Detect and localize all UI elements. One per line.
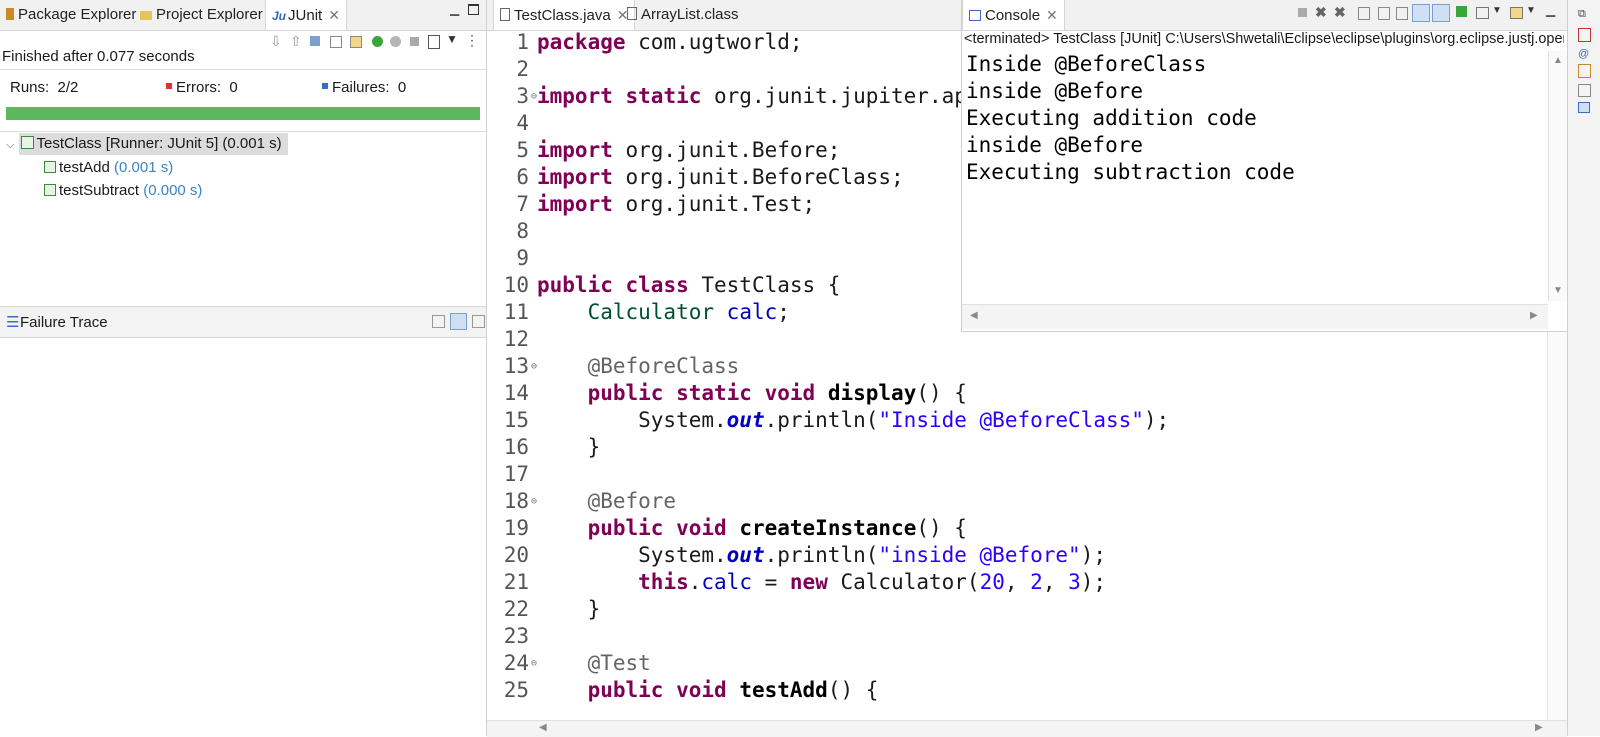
- console-vertical-scrollbar[interactable]: ▲ ▼: [1548, 51, 1567, 301]
- console-minimized-icon[interactable]: [1578, 102, 1590, 113]
- package-explorer-icon: [6, 8, 14, 20]
- scroll-down-icon[interactable]: ▼: [1553, 285, 1563, 296]
- runs-counter: Runs: 2/2: [10, 79, 79, 96]
- tab-testclass-java[interactable]: TestClass.java ✕: [493, 0, 636, 30]
- console-line: Executing subtraction code: [966, 160, 1295, 184]
- java-file-icon: [500, 8, 510, 21]
- run-status-text: Finished after 0.077 seconds: [2, 48, 195, 65]
- failures-counter: Failures: 0: [322, 79, 406, 96]
- scroll-right-icon[interactable]: ▶: [1530, 310, 1538, 321]
- error-icon: [166, 83, 172, 89]
- javadoc-icon[interactable]: @: [1578, 48, 1589, 60]
- pin-console-icon[interactable]: [1456, 6, 1467, 17]
- declaration-icon[interactable]: [1578, 64, 1591, 78]
- dropdown-icon[interactable]: ▼: [1492, 5, 1502, 16]
- junit-icon: Ju: [272, 9, 287, 23]
- display-selected-console-icon[interactable]: [1476, 7, 1489, 19]
- history-icon[interactable]: [428, 35, 440, 49]
- console-output[interactable]: Inside @BeforeClass inside @Before Execu…: [962, 51, 1548, 301]
- editor-horizontal-scrollbar[interactable]: ◀ ▶: [487, 720, 1567, 737]
- close-icon[interactable]: ✕: [328, 7, 340, 23]
- failure-trace-title: Failure Trace: [20, 314, 108, 331]
- chevron-down-icon[interactable]: ⌵: [6, 139, 14, 151]
- scroll-lock-icon[interactable]: [1378, 7, 1390, 20]
- left-tab-bar: Package Explorer Project Explorer Ju JUni…: [0, 0, 486, 31]
- stop-icon[interactable]: [410, 37, 419, 46]
- previous-failure-icon[interactable]: ⇧: [290, 33, 302, 50]
- terminate-icon[interactable]: [1298, 8, 1307, 17]
- tree-item-testadd[interactable]: testAdd (0.001 s): [44, 157, 173, 179]
- filter-stack-icon[interactable]: [450, 313, 467, 330]
- tree-root-row[interactable]: ⌵ TestClass [Runner: JUnit 5] (0.001 s): [6, 133, 288, 155]
- failure-icon: [322, 83, 328, 89]
- errors-counter: Errors: 0: [166, 79, 238, 96]
- folder-icon: [140, 11, 152, 20]
- failure-trace-header: ☰ Failure Trace: [0, 306, 486, 338]
- open-console-icon[interactable]: [1510, 7, 1523, 19]
- tab-project-explorer[interactable]: Project Explorer: [140, 0, 263, 30]
- class-file-icon: [627, 7, 637, 20]
- close-icon[interactable]: ✕: [1046, 7, 1058, 23]
- layout-icon[interactable]: [350, 36, 362, 48]
- tab-console[interactable]: Console ✕: [962, 0, 1065, 30]
- tab-junit[interactable]: Ju JUnit ✕: [265, 0, 347, 30]
- compare-icon[interactable]: [432, 315, 445, 328]
- word-wrap-icon[interactable]: [1396, 7, 1408, 20]
- test-passed-icon: [44, 184, 56, 196]
- next-failure-icon[interactable]: ⇩: [270, 33, 282, 50]
- test-suite-icon: [20, 136, 34, 149]
- test-passed-icon: [44, 161, 56, 173]
- test-progress-bar: [6, 107, 480, 120]
- clear-console-icon[interactable]: [1358, 7, 1370, 20]
- dropdown-icon[interactable]: ▼: [446, 32, 458, 46]
- outline-icon[interactable]: [1578, 84, 1591, 97]
- restore-icon[interactable]: ⧉: [1578, 8, 1586, 21]
- maximize-icon[interactable]: [468, 4, 479, 15]
- console-line: Inside @BeforeClass: [966, 52, 1207, 76]
- rerun-failed-icon[interactable]: [390, 36, 401, 47]
- test-progress-fill: [6, 107, 480, 120]
- scroll-left-icon[interactable]: ◀: [539, 722, 547, 733]
- tree-item-testsubtract[interactable]: testSubtract (0.000 s): [44, 180, 202, 202]
- junit-toolbar: ⇩ ⇧ ▼ ⋮: [270, 31, 480, 53]
- show-failures-only-icon[interactable]: [310, 36, 320, 46]
- overview-ruler[interactable]: [1547, 330, 1568, 720]
- view-menu-icon[interactable]: ⋮: [465, 32, 479, 49]
- console-view: Console ✕ ✖ ✖ ▼ ▼ ▁ <terminated> TestClas…: [961, 0, 1568, 332]
- right-trim-bar: ⧉ @: [1567, 0, 1600, 736]
- scroll-left-icon[interactable]: ◀: [970, 310, 978, 321]
- console-process-label: <terminated> TestClass [JUnit] C:\Users\…: [964, 31, 1564, 47]
- problems-icon[interactable]: [1578, 28, 1591, 42]
- tab-package-explorer[interactable]: Package Explorer: [6, 0, 136, 30]
- console-horizontal-scrollbar[interactable]: ◀ ▶: [962, 304, 1548, 329]
- console-line: inside @Before: [966, 79, 1144, 103]
- rerun-icon[interactable]: [372, 36, 383, 47]
- copy-trace-icon[interactable]: [472, 315, 485, 328]
- remove-all-icon[interactable]: ✖: [1334, 4, 1346, 21]
- remove-launch-icon[interactable]: ✖: [1315, 4, 1327, 21]
- junit-view-panel: Package Explorer Project Explorer Ju JUni…: [0, 0, 487, 736]
- scroll-up-icon[interactable]: ▲: [1553, 55, 1563, 66]
- tree-root-label-wrap: TestClass [Runner: JUnit 5] (0.001 s): [18, 133, 288, 155]
- show-on-output-icon[interactable]: [1412, 4, 1430, 22]
- scroll-right-icon[interactable]: ▶: [1535, 722, 1543, 733]
- console-icon: [969, 10, 981, 21]
- dropdown-icon[interactable]: ▼: [1526, 5, 1536, 16]
- console-tab-bar: Console ✕ ✖ ✖ ▼ ▼ ▁: [962, 0, 1568, 31]
- tab-arraylist-class[interactable]: ArrayList.class: [623, 0, 743, 30]
- failure-trace-icon: ☰: [6, 314, 20, 331]
- console-line: inside @Before: [966, 133, 1144, 157]
- scroll-lock-icon[interactable]: [330, 36, 342, 48]
- minimize-icon[interactable]: ▁: [450, 2, 459, 16]
- console-line: Executing addition code: [966, 106, 1257, 130]
- show-on-error-icon[interactable]: [1432, 4, 1450, 22]
- minimize-icon[interactable]: ▁: [1546, 3, 1555, 17]
